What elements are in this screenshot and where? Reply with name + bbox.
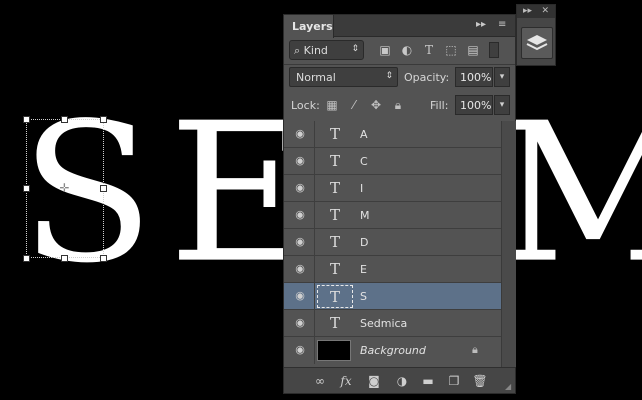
- layers-icon: [526, 35, 548, 51]
- divider: [284, 64, 515, 65]
- adjustment-filter-icon[interactable]: ◐: [399, 42, 415, 58]
- layers-panel: Layers ▸▸ ≡ ⌕ Kind ⇕ ▣ ◐ T ⬚ ▤ Normal ⇕ …: [283, 14, 516, 394]
- text-layer-thumb-icon: T: [329, 206, 340, 224]
- collapsed-panel-dock: ▸▸ ✕: [516, 4, 556, 66]
- text-layer-thumb-icon: T: [329, 152, 340, 170]
- layer-row[interactable]: ◉ T E: [284, 256, 501, 283]
- transform-handle-br[interactable]: [100, 255, 107, 262]
- transform-handle-bl[interactable]: [23, 255, 30, 262]
- text-layer-thumb-icon: T: [329, 233, 340, 251]
- lock-all-icon[interactable]: 🔒︎: [390, 97, 406, 113]
- mask-icon[interactable]: ◙: [366, 373, 382, 389]
- filter-toggle-switch[interactable]: [489, 42, 499, 58]
- chevron-updown-icon: ⇕: [385, 71, 393, 81]
- panel-tabbar: Layers ▸▸ ≡: [284, 15, 515, 38]
- text-layer-thumb-icon: T: [329, 260, 340, 278]
- layers-list: ◉ T A ◉ T C ◉ T I ◉ T M ◉ T D ◉ T E ◉ T …: [284, 121, 501, 367]
- fx-icon[interactable]: fx: [338, 373, 354, 389]
- lock-icon: 🔒︎: [472, 343, 478, 356]
- image-filter-icon[interactable]: ▣: [377, 42, 393, 58]
- resize-grip-icon[interactable]: ◢: [505, 383, 513, 391]
- eye-icon[interactable]: ◉: [292, 343, 308, 357]
- link-icon[interactable]: ∞: [312, 373, 328, 389]
- layer-name: D: [360, 236, 369, 249]
- expand-icon[interactable]: ▸▸: [523, 6, 532, 16]
- transform-handle-bc[interactable]: [61, 255, 68, 262]
- type-filter-icon[interactable]: T: [421, 42, 437, 58]
- trash-icon[interactable]: 🗑︎: [472, 373, 488, 389]
- transform-handle-tl[interactable]: [23, 116, 30, 123]
- folder-icon[interactable]: ▬: [420, 373, 436, 389]
- opacity-dropdown-icon[interactable]: ▾: [494, 67, 510, 87]
- fill-label: Fill:: [430, 99, 449, 112]
- layer-name: S: [360, 290, 367, 303]
- text-layer-thumb-icon: T: [329, 125, 340, 143]
- blend-mode-value: Normal: [296, 71, 336, 84]
- text-layer-thumb-icon: T: [329, 314, 340, 332]
- fill-dropdown-icon[interactable]: ▾: [494, 95, 510, 115]
- layer-name: C: [360, 155, 368, 168]
- blend-row: Normal ⇕ Opacity: 100% ▾: [289, 67, 512, 89]
- layers-scrollbar[interactable]: [501, 121, 516, 367]
- filter-kind-label: Kind: [303, 44, 328, 57]
- layer-row[interactable]: ◉ T M: [284, 202, 501, 229]
- eye-icon[interactable]: ◉: [292, 208, 308, 222]
- background-thumb: [317, 340, 351, 361]
- chevron-updown-icon: ⇕: [351, 44, 359, 54]
- layer-name: I: [360, 182, 364, 195]
- eye-icon[interactable]: ◉: [292, 262, 308, 276]
- transform-center-icon[interactable]: ✛: [58, 182, 71, 195]
- layer-row-selected[interactable]: ◉ T S: [284, 283, 501, 310]
- fill-input[interactable]: 100%: [455, 95, 493, 115]
- text-layer-thumb-icon: T: [329, 179, 340, 197]
- layer-row[interactable]: ◉ T I: [284, 175, 501, 202]
- new-layer-icon[interactable]: ❐: [446, 373, 462, 389]
- dock-header: ▸▸ ✕: [517, 5, 555, 18]
- filter-row: ⌕ Kind ⇕ ▣ ◐ T ⬚ ▤: [289, 40, 512, 62]
- lock-pixels-brush-icon[interactable]: ⁄: [346, 97, 362, 113]
- layer-row[interactable]: ◉ T C: [284, 148, 501, 175]
- panel-footer: ∞ fx ◙ ◑ ▬ ❐ 🗑︎ ◢: [284, 367, 515, 393]
- layer-name: Sedmica: [360, 317, 408, 330]
- transform-handle-tc[interactable]: [61, 116, 68, 123]
- smart-object-filter-icon[interactable]: ▤: [465, 42, 481, 58]
- layer-name: E: [360, 263, 367, 276]
- lock-label: Lock:: [291, 99, 320, 112]
- transform-handle-tr[interactable]: [100, 116, 107, 123]
- layer-name: Background: [360, 344, 426, 357]
- layer-name: M: [360, 209, 370, 222]
- close-icon[interactable]: ✕: [541, 6, 549, 16]
- filter-kind-select[interactable]: ⌕ Kind ⇕: [289, 40, 364, 60]
- collapse-icon[interactable]: ▸▸: [476, 19, 486, 30]
- layer-name: A: [360, 128, 368, 141]
- opacity-label: Opacity:: [404, 71, 450, 84]
- search-icon: ⌕: [294, 44, 301, 57]
- blend-mode-select[interactable]: Normal ⇕: [289, 67, 398, 87]
- layers-dock-button[interactable]: [521, 27, 553, 59]
- layer-row[interactable]: ◉ T A: [284, 121, 501, 148]
- layer-row-background[interactable]: ◉ Background 🔒︎: [284, 337, 501, 364]
- eye-icon[interactable]: ◉: [292, 289, 308, 303]
- eye-icon[interactable]: ◉: [292, 181, 308, 195]
- eye-icon[interactable]: ◉: [292, 235, 308, 249]
- eye-icon[interactable]: ◉: [292, 154, 308, 168]
- lock-position-move-icon[interactable]: ✥: [368, 97, 384, 113]
- adjustment-icon[interactable]: ◑: [394, 373, 410, 389]
- panel-menu-icon[interactable]: ≡: [498, 19, 506, 30]
- eye-icon[interactable]: ◉: [292, 316, 308, 330]
- transform-handle-mr[interactable]: [100, 185, 107, 192]
- eye-icon[interactable]: ◉: [292, 127, 308, 141]
- shape-filter-icon[interactable]: ⬚: [443, 42, 459, 58]
- transform-handle-ml[interactable]: [23, 185, 30, 192]
- lock-transparency-icon[interactable]: ▦: [324, 97, 340, 113]
- layer-row[interactable]: ◉ T Sedmica: [284, 310, 501, 337]
- opacity-input[interactable]: 100%: [455, 67, 493, 87]
- tab-layers[interactable]: Layers: [284, 15, 334, 38]
- text-layer-thumb-icon: T: [317, 285, 353, 308]
- lock-row: Lock: ▦ ⁄ ✥ 🔒︎ Fill: 100% ▾: [289, 95, 512, 117]
- layer-row[interactable]: ◉ T D: [284, 229, 501, 256]
